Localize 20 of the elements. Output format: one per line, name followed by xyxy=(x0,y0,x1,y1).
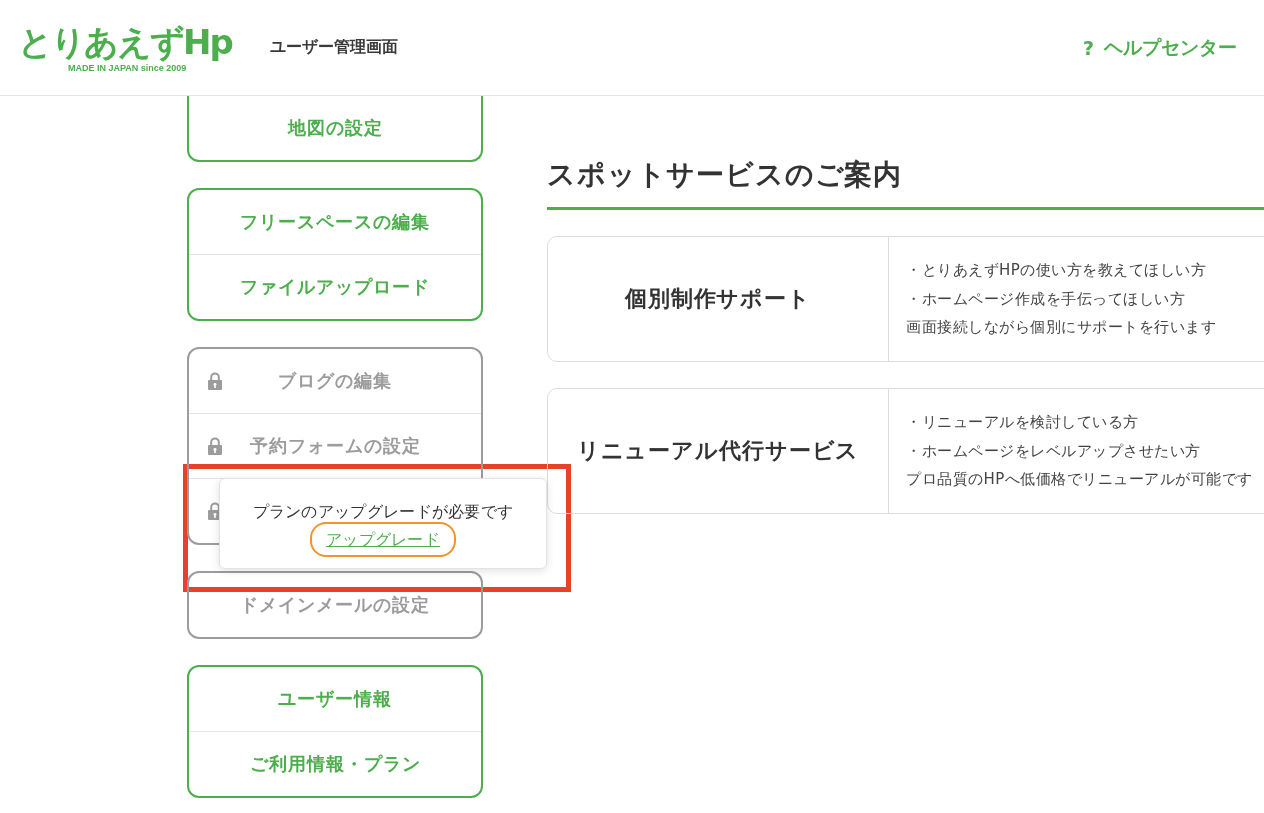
help-center-link[interactable]: ? ヘルプセンター xyxy=(1082,34,1237,61)
section-heading: スポットサービスのご案内 xyxy=(547,155,1264,210)
service-description-line: プロ品質のHPへ低価格でリニューアルが可能です xyxy=(906,469,1254,491)
service-name: 個別制作サポート xyxy=(624,285,811,313)
service-description-line: 画面接続しながら個別にサポートを行います xyxy=(906,317,1217,339)
page-title: ユーザー管理画面 xyxy=(269,37,398,58)
service-description-line: ・とりあえずHPの使い方を教えてほしい方 xyxy=(906,260,1208,282)
service-description-line: ・ホームページをレベルアップさせたい方 xyxy=(906,440,1202,462)
help-icon: ? xyxy=(1082,36,1094,59)
sidebar-item[interactable]: ユーザー情報 xyxy=(189,667,481,731)
logo-tagline: MADE IN JAPAN since 2009 xyxy=(68,62,187,73)
service-description-line: ・リニューアルを検討している方 xyxy=(906,412,1140,434)
sidebar-item[interactable]: ファイルアップロード xyxy=(189,254,481,319)
service-name: リニューアル代行サービス xyxy=(576,437,860,465)
sidebar-item[interactable]: 地図の設定 xyxy=(189,96,481,160)
sidebar-item[interactable]: フリースペースの編集 xyxy=(189,190,481,254)
sidebar-item[interactable]: ご利用情報・プラン xyxy=(189,731,481,796)
logo-wordmark: とりあえずHp xyxy=(18,22,232,61)
service-description-line: ・ホームページ作成を手伝ってほしい方 xyxy=(906,288,1186,310)
popup-message: プランのアップグレードが必要です xyxy=(252,502,514,522)
